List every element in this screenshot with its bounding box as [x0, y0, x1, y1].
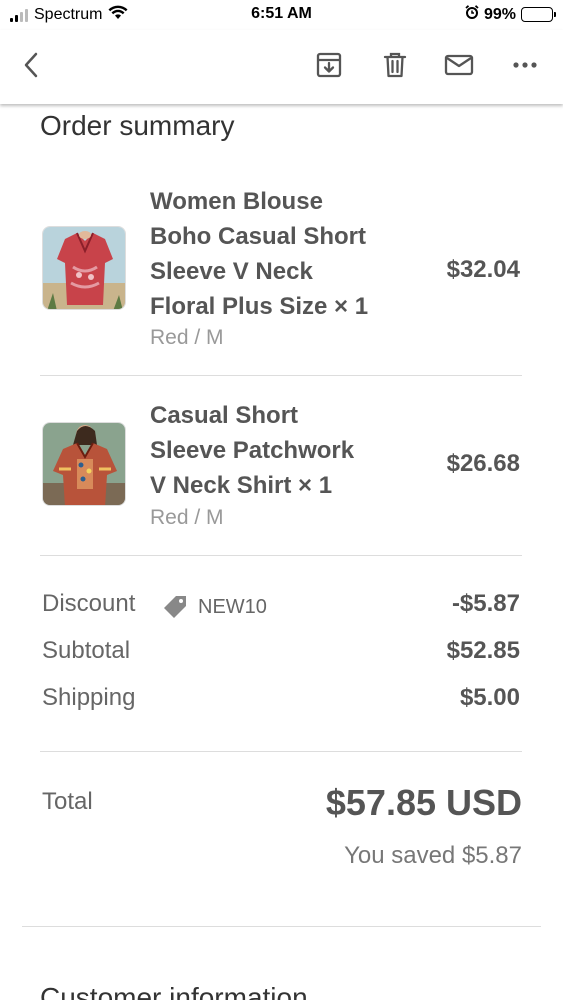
product-image: [42, 226, 126, 310]
product-title: Casual Short Sleeve Patchwork V Neck Shi…: [150, 402, 355, 499]
back-arrow-icon: [24, 52, 38, 78]
order-summary-title: Order summary: [40, 110, 235, 141]
product-image: [42, 422, 126, 506]
battery-percent: 99%: [483, 5, 516, 23]
more-options-button[interactable]: [508, 48, 542, 82]
shipping-row: Shipping $5.00: [40, 684, 522, 718]
divider: [40, 555, 522, 556]
email-body: Order summary Women Blouse Boho Casual S…: [0, 104, 563, 1000]
email-toolbar: [0, 30, 563, 104]
product-variant: Red / M: [150, 326, 224, 349]
product-title: Women Blouse Boho Casual Short Sleeve V …: [150, 188, 369, 320]
subtotal-label: Subtotal: [42, 637, 131, 664]
status-bar: Spectrum 6:51 AM 99%: [0, 0, 563, 30]
archive-icon: [316, 52, 342, 78]
customer-information-title: Customer information: [40, 982, 308, 1000]
alarm-icon: [465, 5, 479, 24]
total-label: Total: [42, 788, 93, 815]
archive-button[interactable]: [312, 48, 346, 82]
delete-button[interactable]: [378, 48, 412, 82]
total-value: $57.85 USD: [325, 782, 522, 823]
discount-code: NEW10: [162, 590, 267, 624]
trash-icon: [383, 52, 407, 78]
shipping-value: $5.00: [459, 684, 520, 711]
subtotal-value: $52.85: [446, 637, 520, 664]
product-price: $26.68: [446, 450, 520, 477]
mark-unread-button[interactable]: [442, 48, 476, 82]
mail-icon: [444, 54, 474, 76]
tag-icon: [164, 596, 186, 618]
discount-value: -$5.87: [451, 590, 520, 617]
subtotal-row: Subtotal $52.85: [40, 637, 522, 671]
savings-text: You saved $5.87: [344, 842, 522, 869]
discount-row: Discount NEW10 -$5.87: [40, 590, 522, 624]
divider: [40, 751, 522, 752]
status-right: 99%: [465, 5, 556, 24]
product-price: $32.04: [446, 256, 520, 283]
discount-label: Discount: [42, 590, 136, 617]
divider: [40, 375, 522, 376]
order-item: Women Blouse Boho Casual Short Sleeve V …: [40, 184, 522, 354]
order-item: Casual Short Sleeve Patchwork V Neck Shi…: [40, 398, 522, 538]
product-variant: Red / M: [150, 506, 224, 529]
back-button[interactable]: [14, 48, 48, 82]
battery-icon: [521, 7, 556, 22]
section-divider: [22, 926, 541, 927]
shipping-label: Shipping: [42, 684, 136, 711]
more-icon: [513, 62, 537, 68]
